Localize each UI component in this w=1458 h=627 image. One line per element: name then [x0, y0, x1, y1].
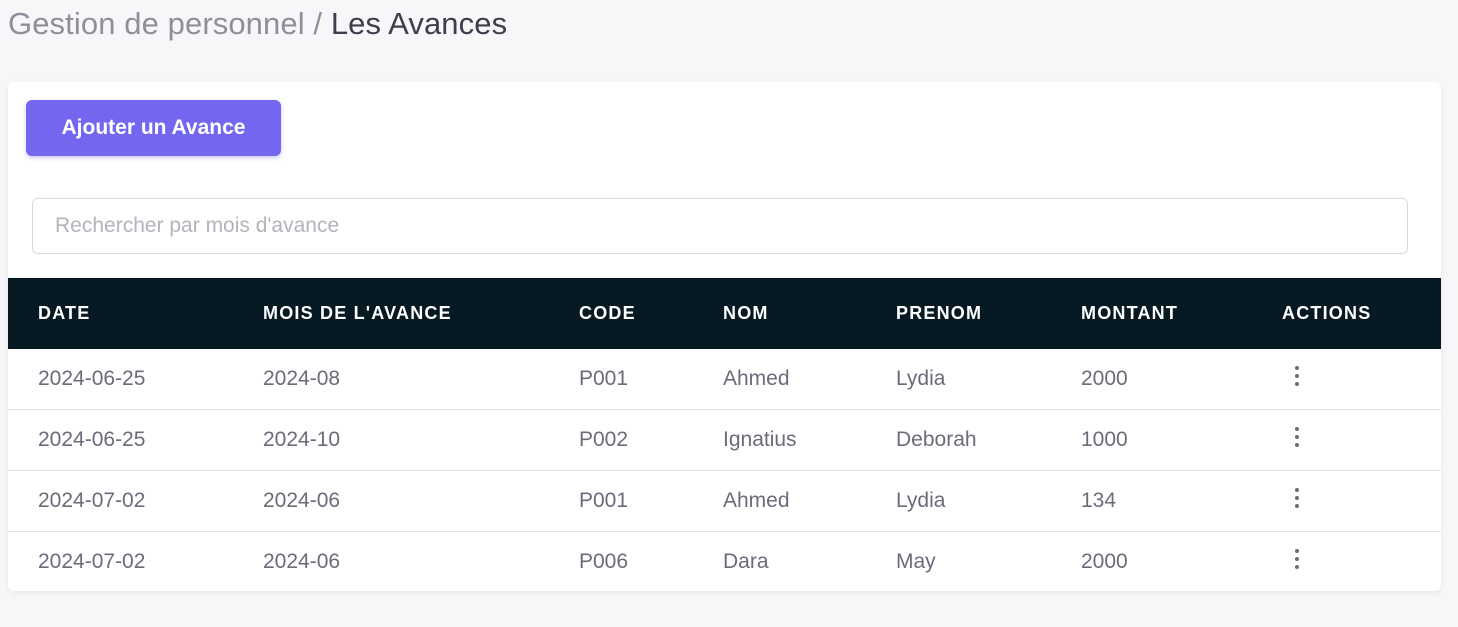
breadcrumb-separator: /: [304, 6, 331, 41]
more-vertical-icon[interactable]: [1283, 483, 1311, 513]
header-nom: NOM: [723, 303, 769, 323]
cell-date: 2024-06-25: [8, 349, 263, 410]
table-row: 2024-06-25 2024-08 P001 Ahmed Lydia 2000: [8, 349, 1441, 410]
cell-mois-avance: 2024-06: [263, 470, 579, 532]
cell-mois-avance: 2024-06: [263, 550, 341, 573]
header-mois-avance: MOIS DE L'AVANCE: [263, 303, 452, 323]
breadcrumb: Gestion de personnel / Les Avances: [8, 4, 507, 44]
header-prenom: PRENOM: [896, 303, 983, 323]
cell-actions: [1282, 470, 1441, 532]
more-vertical-icon[interactable]: [1283, 422, 1311, 452]
advances-card: Ajouter un Avance DATE MOIS DE L'AVANCE …: [8, 82, 1441, 591]
cell-montant: 1000: [1081, 409, 1282, 471]
more-vertical-icon[interactable]: [1283, 544, 1311, 574]
header-montant: MONTANT: [1081, 303, 1179, 323]
cell-code: P001: [579, 470, 723, 532]
more-vertical-icon[interactable]: [1283, 361, 1311, 391]
table-body: 2024-06-25 2024-08 P001 Ahmed Lydia 2000…: [8, 349, 1441, 591]
search-input[interactable]: [32, 198, 1408, 254]
cell-code: P001: [579, 349, 723, 410]
table-header: DATE MOIS DE L'AVANCE CODE NOM PRENOM MO…: [8, 278, 1441, 349]
cell-code: P002: [579, 409, 723, 471]
table-row: 2024-07-02 2024-06 P001 Ahmed Lydia 134: [8, 470, 1441, 532]
cell-nom: Ignatius: [723, 409, 896, 471]
cell-actions: [1282, 349, 1441, 410]
header-actions: ACTIONS: [1282, 303, 1372, 323]
page-title: Les Avances: [330, 6, 508, 41]
cell-montant: 2000: [1081, 550, 1128, 573]
cell-code: P006: [579, 550, 629, 573]
cell-mois-avance: 2024-10: [263, 409, 579, 471]
cell-montant: 134: [1081, 470, 1282, 532]
cell-nom: Ahmed: [723, 470, 896, 532]
table-row: 2024-06-25 2024-10 P002 Ignatius Deborah…: [8, 409, 1441, 471]
cell-actions: [1282, 409, 1441, 471]
header-code: CODE: [579, 303, 636, 323]
cell-prenom: Lydia: [896, 470, 1081, 532]
cell-date: 2024-07-02: [8, 470, 263, 532]
table-row: 2024-07-02 2024-06 P006 Dara May 2000: [8, 532, 1441, 592]
cell-prenom: May: [896, 550, 936, 573]
cell-mois-avance: 2024-08: [263, 349, 579, 410]
breadcrumb-parent[interactable]: Gestion de personnel: [8, 6, 305, 41]
cell-actions: [1282, 532, 1441, 592]
advances-table: DATE MOIS DE L'AVANCE CODE NOM PRENOM MO…: [8, 278, 1441, 591]
add-advance-button[interactable]: Ajouter un Avance: [26, 100, 281, 156]
cell-prenom: Deborah: [896, 409, 1081, 471]
cell-montant: 2000: [1081, 349, 1282, 410]
header-date: DATE: [38, 303, 91, 323]
cell-nom: Dara: [723, 550, 769, 573]
cell-date: 2024-06-25: [8, 409, 263, 471]
cell-date: 2024-07-02: [38, 550, 146, 573]
cell-prenom: Lydia: [896, 349, 1081, 410]
cell-nom: Ahmed: [723, 349, 896, 410]
